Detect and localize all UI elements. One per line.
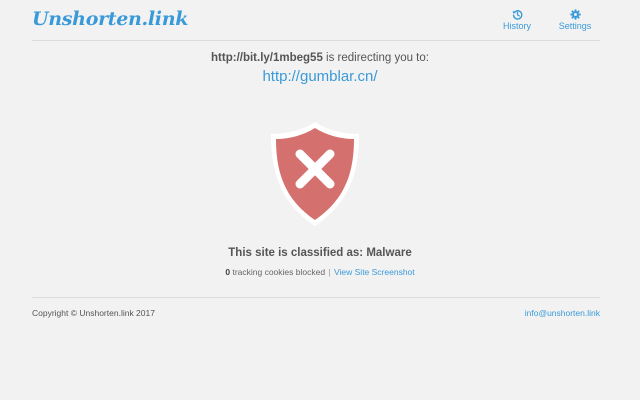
gear-icon bbox=[569, 9, 581, 20]
site-logo[interactable]: Unshorten.link bbox=[32, 8, 188, 30]
redirect-message: http://bit.ly/1mbeg55 is redirecting you… bbox=[0, 52, 640, 64]
tracking-info: 0 tracking cookies blocked | View Site S… bbox=[0, 267, 640, 277]
destination-url-link[interactable]: http://gumblar.cn/ bbox=[0, 68, 640, 85]
tracking-text: tracking cookies blocked bbox=[230, 267, 328, 277]
page: Unshorten.link History Settings http://b… bbox=[0, 0, 640, 400]
short-url: http://bit.ly/1mbeg55 bbox=[211, 52, 323, 64]
header-bar: Unshorten.link History Settings bbox=[32, 0, 600, 41]
shield-x-icon bbox=[271, 122, 359, 226]
contact-email-link[interactable]: info@unshorten.link bbox=[525, 308, 600, 318]
classification-text: This site is classified as: Malware bbox=[228, 247, 412, 259]
history-label: History bbox=[502, 21, 531, 31]
settings-button[interactable]: Settings bbox=[558, 9, 592, 31]
history-button[interactable]: History bbox=[501, 9, 533, 31]
redirect-text: is redirecting you to: bbox=[322, 52, 429, 64]
footer: Copyright © Unshorten.link 2017 info@uns… bbox=[32, 297, 600, 318]
copyright-text: Copyright © Unshorten.link 2017 bbox=[32, 308, 155, 318]
history-icon bbox=[512, 10, 522, 20]
settings-label: Settings bbox=[558, 21, 592, 31]
view-screenshot-link[interactable]: View Site Screenshot bbox=[332, 267, 415, 277]
